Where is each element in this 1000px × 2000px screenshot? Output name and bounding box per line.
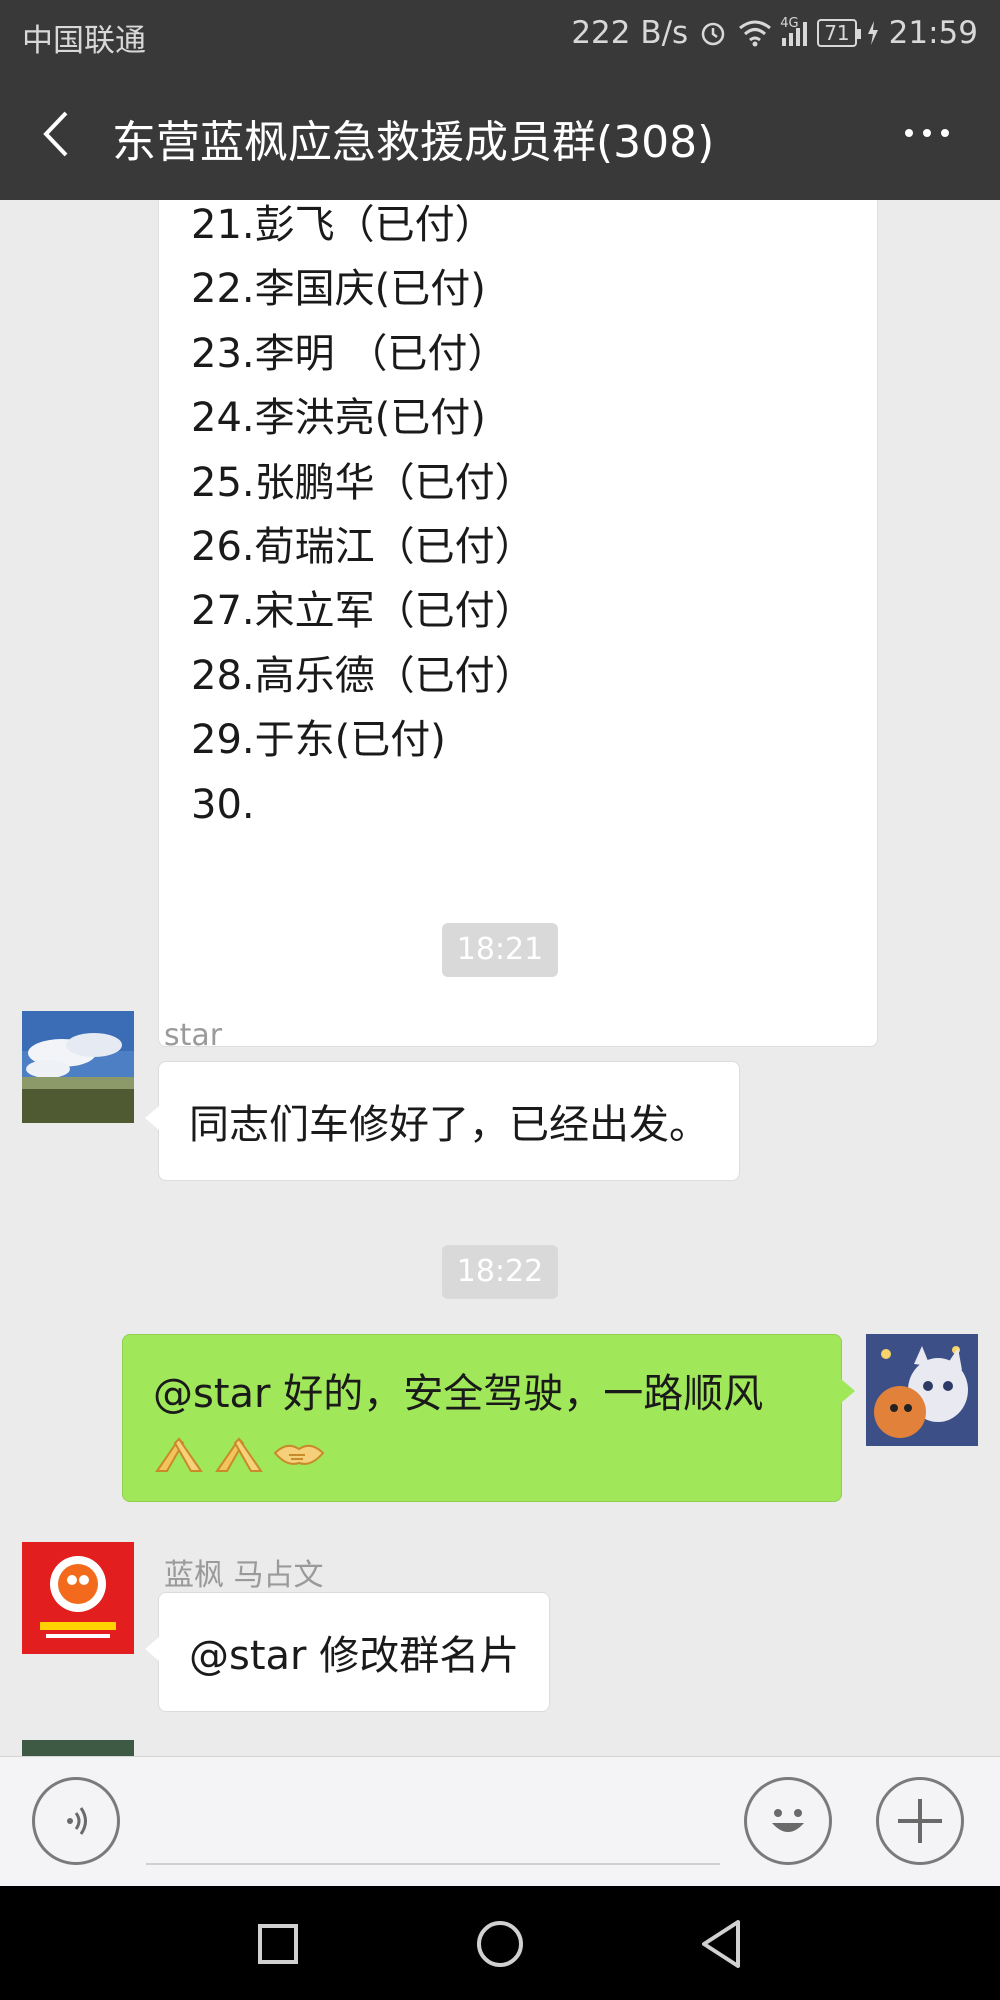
status-bar: 中国联通 222 B/s 4G 71 21:59 <box>0 0 1000 68</box>
clock: 21:59 <box>888 15 978 51</box>
pray-icon <box>213 1431 265 1475</box>
list-item: 24.李洪亮(已付) <box>191 395 486 442</box>
wifi-icon <box>738 19 772 47</box>
square-icon[interactable] <box>248 1914 308 1974</box>
list-item: 22.李国庆(已付) <box>191 266 486 313</box>
list-item: 21.彭飞（已付） <box>191 202 495 248</box>
avatar[interactable] <box>22 1542 134 1654</box>
input-bar <box>0 1756 1000 1886</box>
sender-name: star <box>164 1018 223 1053</box>
list-item: 28.高乐德（已付） <box>191 652 535 699</box>
message-input[interactable] <box>146 1785 720 1859</box>
voice-icon[interactable] <box>32 1777 120 1865</box>
triangle-back-icon[interactable] <box>692 1914 752 1974</box>
avatar[interactable] <box>22 1011 134 1123</box>
chat-header: 东营蓝枫应急救援成员群(308) <box>0 68 1000 200</box>
plus-icon[interactable] <box>876 1777 964 1865</box>
charging-icon <box>867 21 879 45</box>
list-item: 29.于东(已付) <box>191 717 446 764</box>
input-underline <box>146 1863 720 1865</box>
my-message-bubble[interactable]: @star 好的，安全驾驶，一路顺风 <box>122 1334 855 1502</box>
handshake-icon <box>273 1431 325 1475</box>
list-item: 23.李明 （已付） <box>191 330 508 377</box>
list-item: 25.张鹏华（已付） <box>191 459 535 506</box>
emoji-row <box>153 1431 811 1475</box>
message-text: @star 好的，安全驾驶，一路顺风 <box>153 1371 764 1417</box>
list-item: 26.荀瑞江（已付） <box>191 523 535 570</box>
sender-name: 蓝枫 马占文 <box>164 1558 324 1593</box>
timestamp-chip: 18:22 <box>442 1245 558 1299</box>
timestamp-chip: 18:21 <box>442 923 558 977</box>
chat-area[interactable]: 21.彭飞（已付） 22.李国庆(已付) 23.李明 （已付） 24.李洪亮(已… <box>0 200 1000 1756</box>
pray-icon <box>153 1431 205 1475</box>
avatar[interactable] <box>22 1740 134 1756</box>
alarm-icon <box>698 18 728 48</box>
battery-icon: 71 <box>817 19 862 47</box>
system-nav-bar <box>0 1886 1000 2000</box>
carrier-label: 中国联通 <box>22 23 146 59</box>
status-icons: 222 B/s 4G 71 21:59 <box>571 15 978 51</box>
cellular-signal-icon: 4G <box>780 16 808 46</box>
list-item: 27.宋立军（已付） <box>191 588 535 635</box>
circle-icon[interactable] <box>470 1914 530 1974</box>
list-message-bubble[interactable]: 21.彭飞（已付） 22.李国庆(已付) 23.李明 （已付） 24.李洪亮(已… <box>158 200 878 1047</box>
list-item: 30. <box>191 781 255 828</box>
smiley-icon[interactable] <box>744 1777 832 1865</box>
chevron-left-icon[interactable] <box>30 106 86 162</box>
message-bubble[interactable]: 同志们车修好了，已经出发。 <box>145 1061 740 1181</box>
network-speed: 222 B/s <box>571 15 689 51</box>
network-type: 4G <box>780 16 799 31</box>
message-bubble[interactable]: @star 修改群名片 <box>144 1592 551 1712</box>
chat-title: 东营蓝枫应急救援成员群(308) <box>112 117 715 168</box>
more-dots-icon[interactable] <box>892 108 962 158</box>
my-avatar[interactable] <box>866 1334 978 1446</box>
